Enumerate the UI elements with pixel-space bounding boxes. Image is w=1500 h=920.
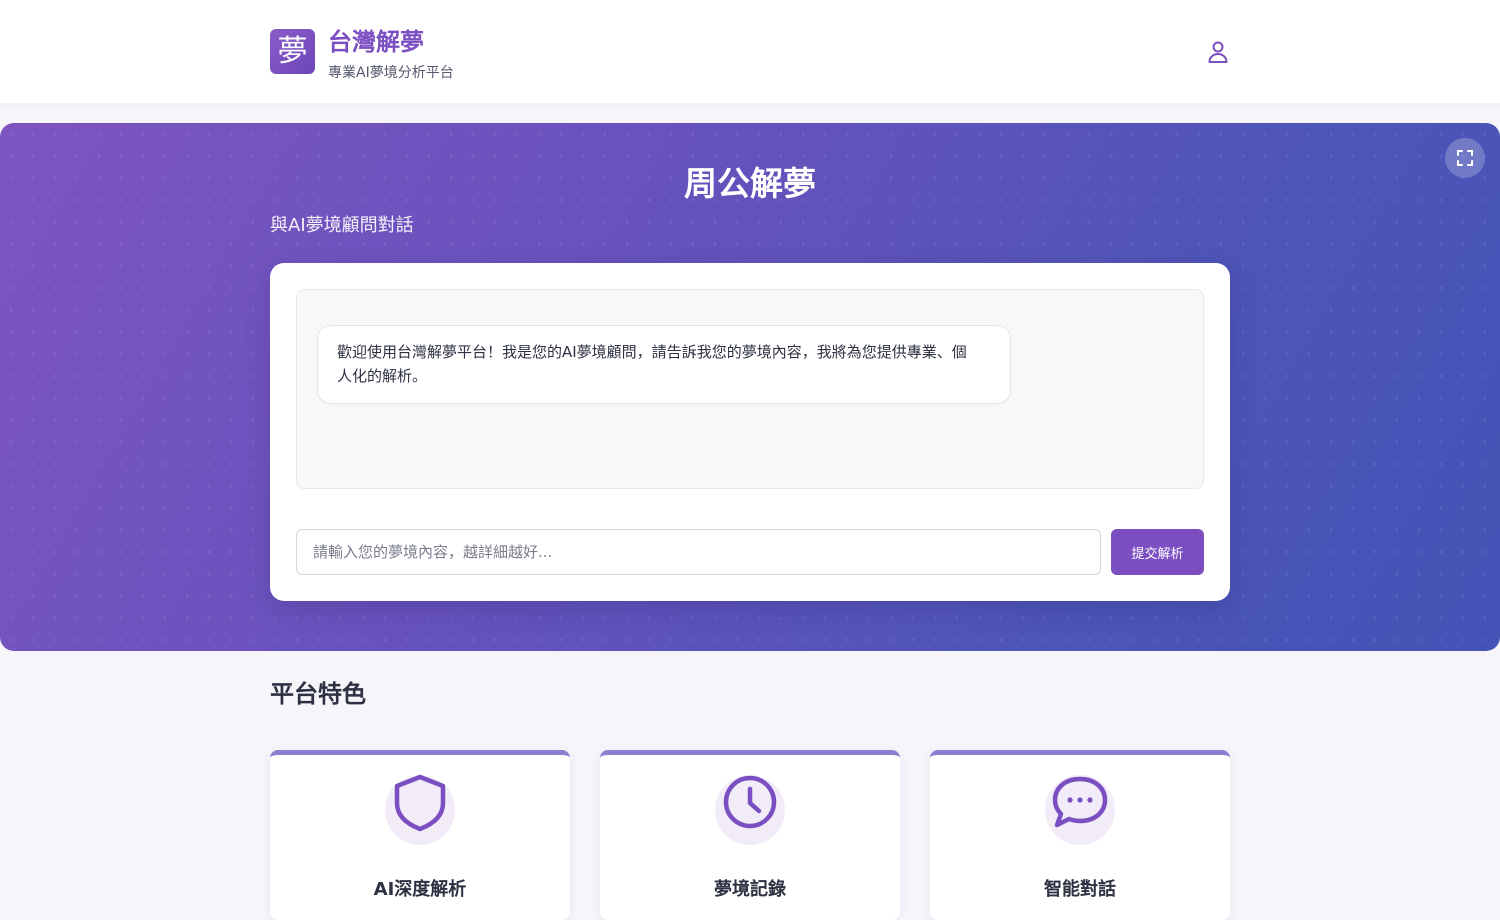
feature-card-dream-records[interactable]: 夢境記錄: [600, 750, 900, 920]
shield-icon: [394, 774, 446, 832]
hero-section: 周公解夢 與AI夢境顧問對話 歡迎使用台灣解夢平台！我是您的AI夢境顧問，請告訴…: [0, 123, 1500, 651]
feature-label: 夢境記錄: [714, 879, 786, 900]
dream-input[interactable]: [296, 529, 1101, 575]
site-header: 夢 台灣解夢 專業AI夢境分析平台: [0, 0, 1500, 103]
logo[interactable]: 夢: [270, 29, 315, 74]
chat-message-area[interactable]: 歡迎使用台灣解夢平台！我是您的AI夢境顧問，請告訴我您的夢境內容，我將為您提供專…: [296, 289, 1204, 489]
feature-icon-circle: [715, 775, 785, 845]
user-account-button[interactable]: [1202, 36, 1234, 68]
chat-card: 歡迎使用台灣解夢平台！我是您的AI夢境顧問，請告訴我您的夢境內容，我將為您提供專…: [270, 263, 1230, 601]
feature-card-ai-analysis[interactable]: AI深度解析: [270, 750, 570, 920]
feature-label: 智能對話: [1044, 879, 1116, 900]
hero-subtitle: 與AI夢境顧問對話: [270, 215, 414, 236]
feature-icon-circle: [385, 774, 455, 845]
user-icon: [1208, 41, 1228, 63]
features-title: 平台特色: [270, 680, 366, 708]
brand-tagline: 專業AI夢境分析平台: [328, 65, 454, 81]
feature-icon-circle: [1045, 775, 1115, 845]
hero-title: 周公解夢: [684, 164, 816, 203]
chat-bubble-icon: [1052, 776, 1108, 828]
submit-analysis-button[interactable]: 提交解析: [1111, 529, 1204, 575]
brand-name[interactable]: 台灣解夢: [328, 22, 424, 57]
assistant-message: 歡迎使用台灣解夢平台！我是您的AI夢境顧問，請告訴我您的夢境內容，我將為您提供專…: [317, 325, 1011, 404]
feature-card-smart-chat[interactable]: 智能對話: [930, 750, 1230, 920]
clock-icon: [723, 775, 777, 829]
feature-label: AI深度解析: [373, 879, 467, 900]
